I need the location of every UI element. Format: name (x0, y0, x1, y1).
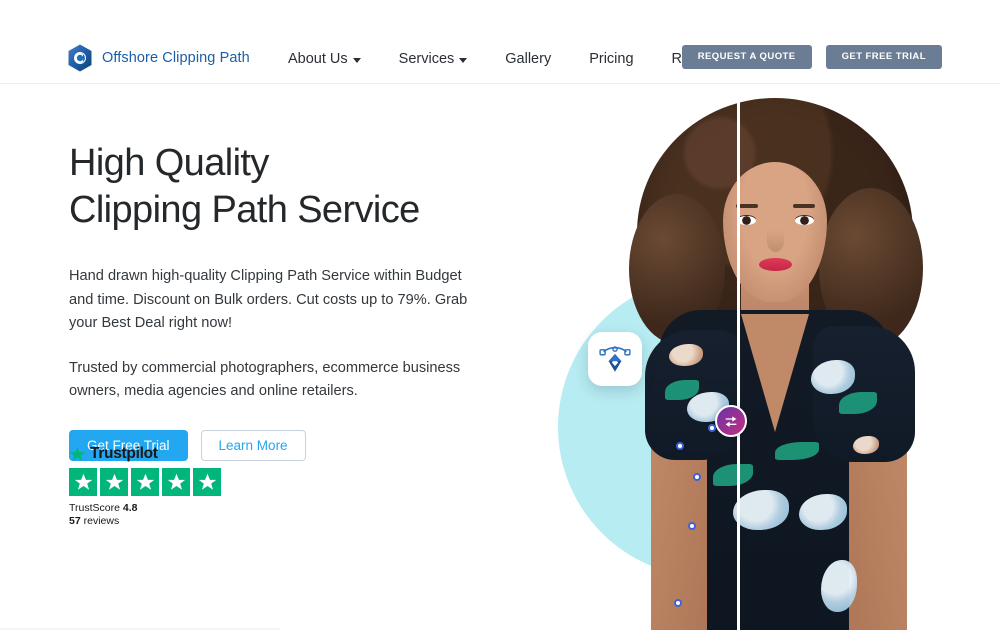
model-eye (795, 216, 814, 225)
nav-item-services[interactable]: Services (399, 51, 468, 67)
chevron-down-icon (459, 57, 468, 63)
pen-tool-icon (598, 342, 632, 376)
model-lips (759, 258, 792, 271)
rating-star-icon (69, 468, 97, 496)
clipping-path-anchor-point[interactable] (674, 599, 682, 607)
hero-title-line-2: Clipping Path Service (69, 189, 420, 231)
trustpilot-brand: Trustpilot (69, 445, 221, 463)
nav-item-pricing[interactable]: Pricing (589, 51, 633, 67)
model-eyebrow (793, 204, 815, 208)
comparison-slider-handle[interactable] (715, 405, 747, 437)
trustscore-label: TrustScore (69, 502, 120, 514)
nav-item-about-us[interactable]: About Us (288, 51, 361, 67)
rating-star-icon (162, 468, 190, 496)
clipping-path-anchor-point[interactable] (676, 442, 684, 450)
rating-star-icon (131, 468, 159, 496)
clipping-path-anchor-point[interactable] (708, 424, 716, 432)
hero-section: High Quality Clipping Path Service Hand … (0, 84, 1000, 630)
comparison-split-line (737, 92, 740, 630)
rating-star-icon (193, 468, 221, 496)
page-title: High Quality Clipping Path Service (69, 140, 499, 234)
trustpilot-name: Trustpilot (90, 445, 158, 462)
reviews-count: 57 (69, 515, 81, 527)
model-photo (625, 92, 925, 630)
request-a-quote-button[interactable]: REQUEST A QUOTE (681, 45, 812, 69)
before-after-comparison[interactable] (540, 84, 1000, 630)
brand-logo-link[interactable]: Offshore Clipping Path (67, 44, 250, 72)
pen-tool-badge[interactable] (588, 332, 642, 386)
nav-label: About Us (288, 51, 348, 67)
trustpilot-widget[interactable]: Trustpilot TrustScore 4.8 57 reviews (69, 445, 221, 528)
trustpilot-score: TrustScore 4.8 57 reviews (69, 502, 221, 528)
reviews-label: reviews (83, 515, 120, 527)
trustpilot-star-rating (69, 468, 221, 496)
hero-title-line-1: High Quality (69, 142, 269, 184)
model-nose (767, 230, 784, 252)
hero-paragraph-primary: Hand drawn high-quality Clipping Path Se… (69, 268, 468, 331)
model-chest (741, 314, 809, 432)
trustpilot-star-icon (69, 446, 86, 463)
site-header: Offshore Clipping Path About Us Services… (0, 0, 1000, 84)
nav-label: Gallery (505, 51, 552, 67)
brand-name: Offshore Clipping Path (102, 50, 250, 66)
hero-copy: High Quality Clipping Path Service Hand … (69, 140, 499, 461)
nav-label: Pricing (589, 51, 634, 67)
clipping-path-anchor-point[interactable] (693, 473, 701, 481)
hexagon-c-logo-icon (67, 44, 93, 72)
left-right-arrows-icon (723, 413, 739, 429)
header-actions: REQUEST A QUOTE GET FREE TRIAL (681, 45, 942, 69)
clipping-path-anchor-point[interactable] (688, 522, 696, 530)
rating-star-icon (100, 468, 128, 496)
nav-label: Services (398, 51, 455, 67)
hero-paragraph-secondary: Trusted by commercial photographers, eco… (69, 359, 461, 400)
model-photo-layer (625, 92, 925, 630)
chevron-down-icon (352, 57, 361, 63)
get-free-trial-button[interactable]: GET FREE TRIAL (825, 45, 942, 69)
trustscore-value: 4.8 (122, 502, 138, 514)
nav-item-gallery[interactable]: Gallery (505, 51, 551, 67)
